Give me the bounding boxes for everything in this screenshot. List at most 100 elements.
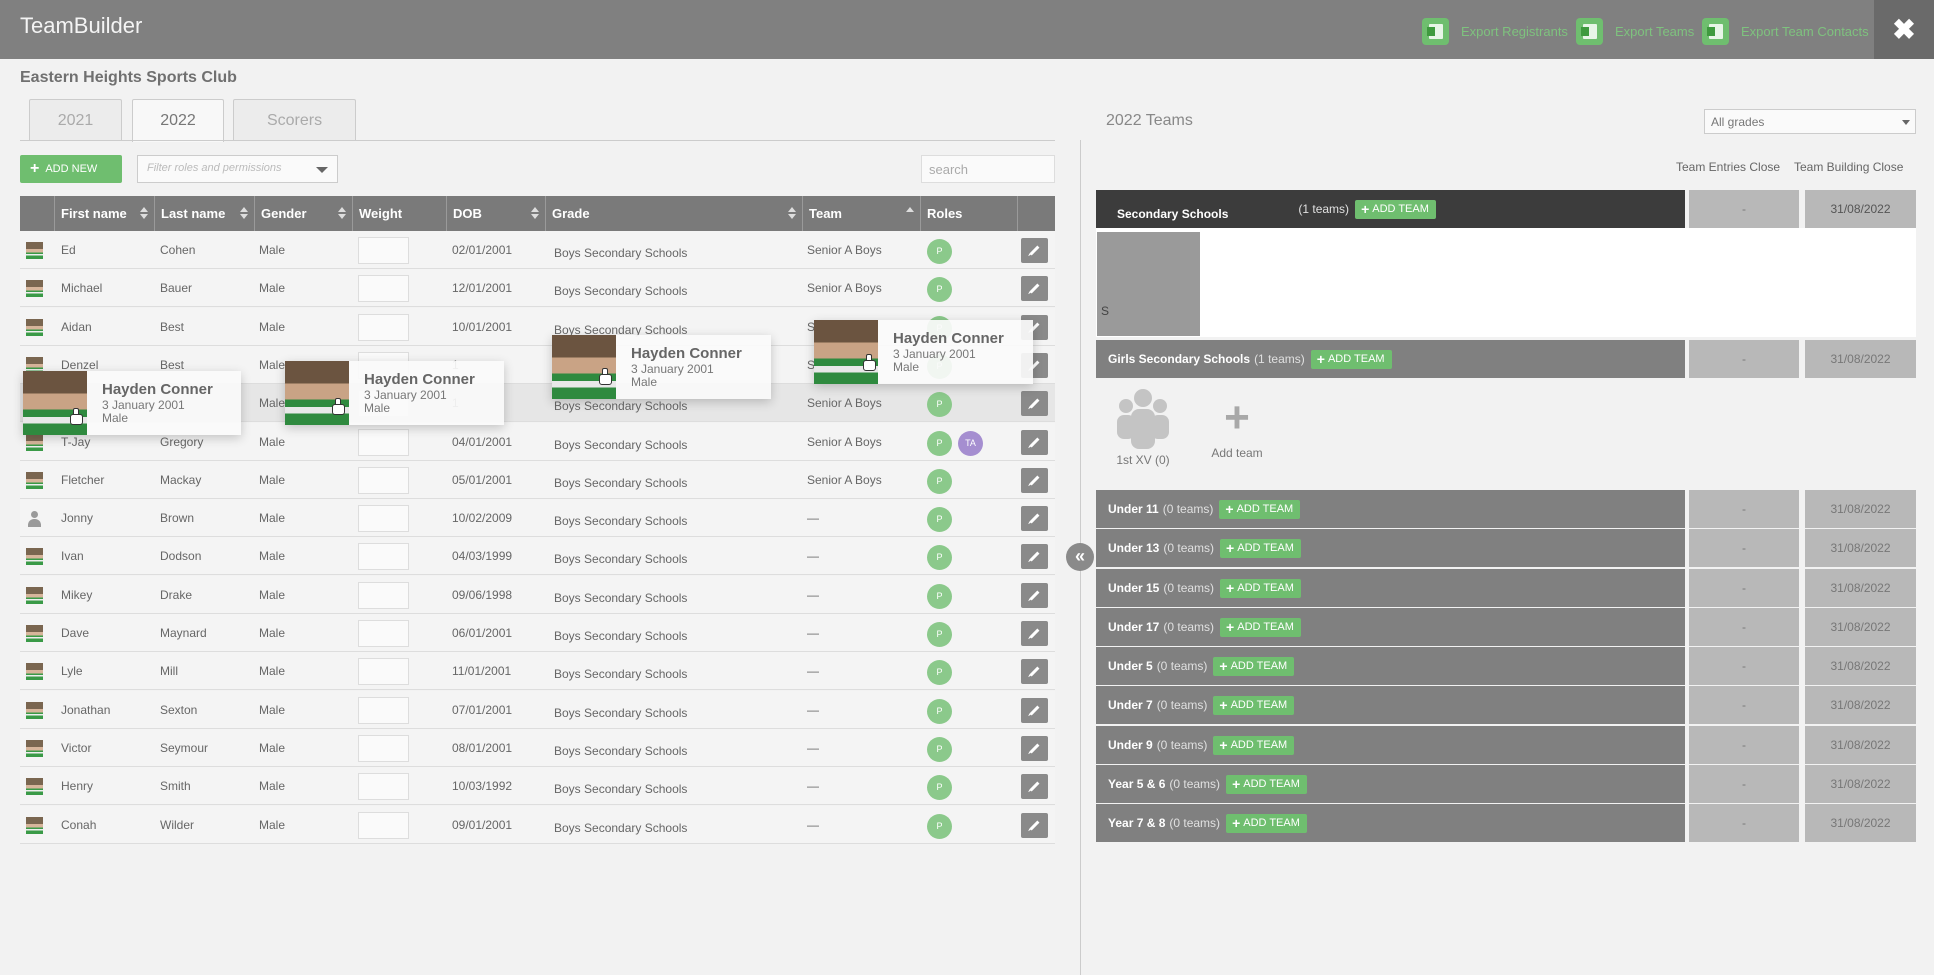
add-team-button[interactable]: + ADD TEAM <box>1310 349 1392 369</box>
add-team-button[interactable]: + ADD TEAM <box>1355 199 1436 219</box>
add-new-label: ADD NEW <box>45 163 98 175</box>
add-team-button[interactable]: + ADD TEAM <box>1219 499 1301 519</box>
team-group-row[interactable]: Under 15 (0 teams) + ADD TEAM <box>1096 569 1685 607</box>
table-row[interactable]: Fletcher Mackay Male 05/01/2001 Boys Seconda… <box>20 460 1055 499</box>
team-slot-1st-xv[interactable]: 1st XV (0) <box>1116 389 1170 467</box>
ghost-player-gender: Male <box>102 411 129 425</box>
weight-input[interactable] <box>358 773 409 801</box>
column-header-gender[interactable]: Gender <box>255 196 353 231</box>
team-group-row[interactable]: Year 7 & 8 (0 teams) + ADD TEAM <box>1096 804 1685 842</box>
edit-button[interactable] <box>1021 812 1048 838</box>
grade-filter-select[interactable]: All grades <box>1704 109 1916 134</box>
collapse-panel-button[interactable]: « <box>1066 543 1094 571</box>
weight-input[interactable] <box>358 275 409 303</box>
edit-button[interactable] <box>1021 238 1048 263</box>
weight-input[interactable] <box>358 505 409 533</box>
weight-input[interactable] <box>358 313 409 341</box>
drag-ghost-card[interactable]: Hayden Conner 3 January 2001 Male <box>552 335 771 399</box>
table-row[interactable]: Ivan Dodson Male 04/03/1999 Boys Secondary S… <box>20 537 1055 576</box>
edit-button[interactable] <box>1021 735 1048 761</box>
dob-cell: 02/01/2001 <box>452 243 513 257</box>
add-team-button[interactable]: + ADD TEAM <box>1220 617 1301 637</box>
table-row[interactable]: Victor Seymour Male 08/01/2001 Boys Secondar… <box>20 728 1055 767</box>
table-row[interactable]: Lyle Mill Male 11/01/2001 Boys Secondary Sch… <box>20 652 1055 691</box>
tab-2021[interactable]: 2021 <box>29 99 122 141</box>
column-header-team[interactable]: Team <box>803 196 921 231</box>
first-name-cell: Lyle <box>61 664 83 679</box>
team-group-row[interactable]: Under 11 (0 teams) + ADD TEAM <box>1096 490 1685 528</box>
add-new-button[interactable]: + ADD NEW <box>20 155 122 183</box>
team-group-row[interactable]: Under 7 (0 teams) + ADD TEAM <box>1096 686 1685 724</box>
add-team-button[interactable]: + ADD TEAM <box>1213 695 1295 715</box>
add-team-button[interactable]: + ADD TEAM <box>1213 735 1295 755</box>
dob-cell: 10/02/2009 <box>452 511 513 526</box>
table-row[interactable]: Jonny Brown Male 10/02/2009 Boys Secondary S… <box>20 499 1055 538</box>
table-row[interactable]: Jonathan Sexton Male 07/01/2001 Boys Seconda… <box>20 690 1055 729</box>
team-group-row[interactable]: Year 5 & 6 (0 teams) + ADD TEAM <box>1096 765 1685 803</box>
add-team-button[interactable]: + ADD TEAM <box>1220 578 1301 598</box>
edit-button[interactable] <box>1021 429 1048 455</box>
column-header-roles[interactable]: Roles <box>921 196 1018 231</box>
close-button[interactable]: ✖ <box>1874 0 1934 59</box>
search-input[interactable] <box>921 155 1055 183</box>
column-header-last-name[interactable]: Last name <box>155 196 255 231</box>
edit-button[interactable] <box>1021 276 1048 302</box>
edit-button[interactable] <box>1021 544 1048 570</box>
weight-input[interactable] <box>358 543 409 571</box>
table-row[interactable]: Dave Maynard Male 06/01/2001 Boys Secondary … <box>20 614 1055 652</box>
table-row[interactable]: Michael Bauer Male 12/01/2001 Boys Secondary… <box>20 269 1055 308</box>
edit-button[interactable] <box>1021 582 1048 608</box>
tab-2022[interactable]: 2022 <box>132 99 224 142</box>
drag-ghost-card[interactable]: Hayden Conner 3 January 2001 Male <box>814 320 1033 384</box>
edit-button[interactable] <box>1021 659 1048 685</box>
weight-input[interactable] <box>358 811 409 839</box>
add-team-button[interactable]: + ADD TEAM <box>1213 656 1295 676</box>
team-group-row[interactable]: Under 9 (0 teams) + ADD TEAM <box>1096 726 1685 764</box>
plus-icon: + <box>1226 580 1235 596</box>
team-building-close-cell: 31/08/2022 <box>1805 190 1916 228</box>
table-row[interactable]: Ed Cohen Male 02/01/2001 Boys Secondary Scho… <box>20 231 1055 269</box>
team-group-row[interactable]: Secondary Schools (1 teams) + ADD TEAM <box>1096 190 1685 228</box>
export-teams-button[interactable]: Export Teams <box>1576 17 1694 45</box>
add-team-button[interactable]: + ADD TEAM <box>1226 813 1307 833</box>
plus-icon: + <box>1316 351 1325 367</box>
add-team-button[interactable]: + ADD TEAM <box>1226 774 1307 794</box>
add-team-button[interactable]: + ADD TEAM <box>1220 538 1301 558</box>
table-row[interactable]: Mikey Drake Male 09/06/1998 Boys Secondary S… <box>20 575 1055 614</box>
team-card[interactable] <box>1097 232 1200 336</box>
weight-input[interactable] <box>358 581 409 609</box>
chevron-down-icon <box>1902 120 1910 125</box>
team-group-row[interactable]: Under 13 (0 teams) + ADD TEAM <box>1096 529 1685 567</box>
export-registrants-button[interactable]: Export Registrants <box>1422 17 1568 45</box>
edit-button[interactable] <box>1021 774 1048 800</box>
team-entries-close-cell: - <box>1689 490 1799 528</box>
weight-input[interactable] <box>358 237 409 264</box>
tab-scorers[interactable]: Scorers <box>233 99 356 141</box>
drag-ghost-card[interactable]: Hayden Conner 3 January 2001 Male <box>285 361 504 425</box>
add-team-slot[interactable]: + Add team <box>1207 396 1267 461</box>
column-header-grade[interactable]: Grade <box>546 196 803 231</box>
weight-input[interactable] <box>358 428 409 456</box>
edit-button[interactable] <box>1021 621 1048 646</box>
column-header-weight[interactable]: Weight <box>353 196 447 231</box>
weight-input[interactable] <box>358 734 409 762</box>
edit-button[interactable] <box>1021 506 1048 532</box>
weight-input[interactable] <box>358 620 409 647</box>
edit-button[interactable] <box>1021 467 1048 493</box>
column-header-dob[interactable]: DOB <box>447 196 546 231</box>
weight-input[interactable] <box>358 696 409 724</box>
edit-button[interactable] <box>1021 697 1048 723</box>
team-group-row[interactable]: Under 17 (0 teams) + ADD TEAM <box>1096 608 1685 646</box>
team-group-row[interactable]: Under 5 (0 teams) + ADD TEAM <box>1096 647 1685 685</box>
table-row[interactable]: Conah Wilder Male 09/01/2001 Boys Secondary … <box>20 805 1055 844</box>
weight-input[interactable] <box>358 466 409 494</box>
edit-button[interactable] <box>1021 391 1048 417</box>
team-slot-label: 1st XV (0) <box>1116 453 1170 467</box>
export-team-contacts-button[interactable]: Export Team Contacts <box>1702 17 1869 45</box>
column-header-first-name[interactable]: First name <box>55 196 155 231</box>
team-group-row[interactable]: Girls Secondary Schools (1 teams) + ADD TEA… <box>1096 340 1685 378</box>
weight-input[interactable] <box>358 658 409 686</box>
drag-ghost-card[interactable]: Hayden Conner 3 January 2001 Male <box>23 371 241 435</box>
roles-filter-select[interactable]: Filter roles and permissions <box>137 155 338 183</box>
table-row[interactable]: Henry Smith Male 10/03/1992 Boys Secondary S… <box>20 767 1055 806</box>
